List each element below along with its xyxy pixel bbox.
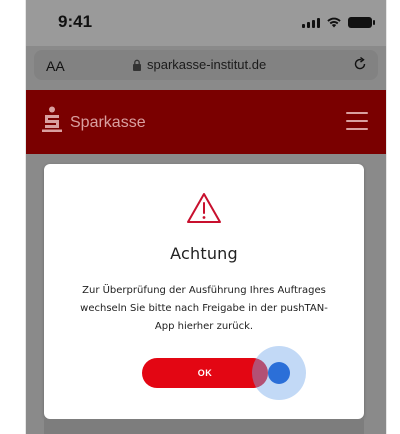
url-display[interactable]: sparkasse-institut.de xyxy=(132,57,266,72)
tap-indicator xyxy=(252,346,306,400)
dialog-title: Achtung xyxy=(170,244,238,263)
signal-icon xyxy=(302,18,320,28)
url-text: sparkasse-institut.de xyxy=(147,57,267,72)
phone-screen: 9:41 AA sparkasse-institut.de Sparkasse … xyxy=(26,0,386,434)
brand-name: Sparkasse xyxy=(70,114,146,131)
page-content-behind xyxy=(44,419,364,434)
text-size-button[interactable]: AA xyxy=(46,58,65,74)
status-bar: 9:41 xyxy=(26,0,386,46)
status-icons xyxy=(302,16,375,28)
alert-dialog: Achtung Zur Überprüfung der Ausführung I… xyxy=(44,164,364,419)
warning-icon xyxy=(187,193,221,223)
status-time: 9:41 xyxy=(58,12,93,31)
ok-button[interactable]: OK xyxy=(142,358,268,388)
battery-icon xyxy=(348,17,375,28)
sparkasse-logo-icon xyxy=(42,106,62,132)
tap-point xyxy=(268,362,290,384)
wifi-icon xyxy=(327,17,341,28)
site-header: Sparkasse xyxy=(26,90,386,154)
browser-address-bar[interactable]: AA sparkasse-institut.de xyxy=(34,50,378,80)
lock-icon xyxy=(133,59,141,71)
dialog-message: Zur Überprüfung der Ausführung Ihres Auf… xyxy=(80,285,328,332)
menu-icon[interactable] xyxy=(346,112,368,130)
reload-icon[interactable] xyxy=(352,56,368,72)
